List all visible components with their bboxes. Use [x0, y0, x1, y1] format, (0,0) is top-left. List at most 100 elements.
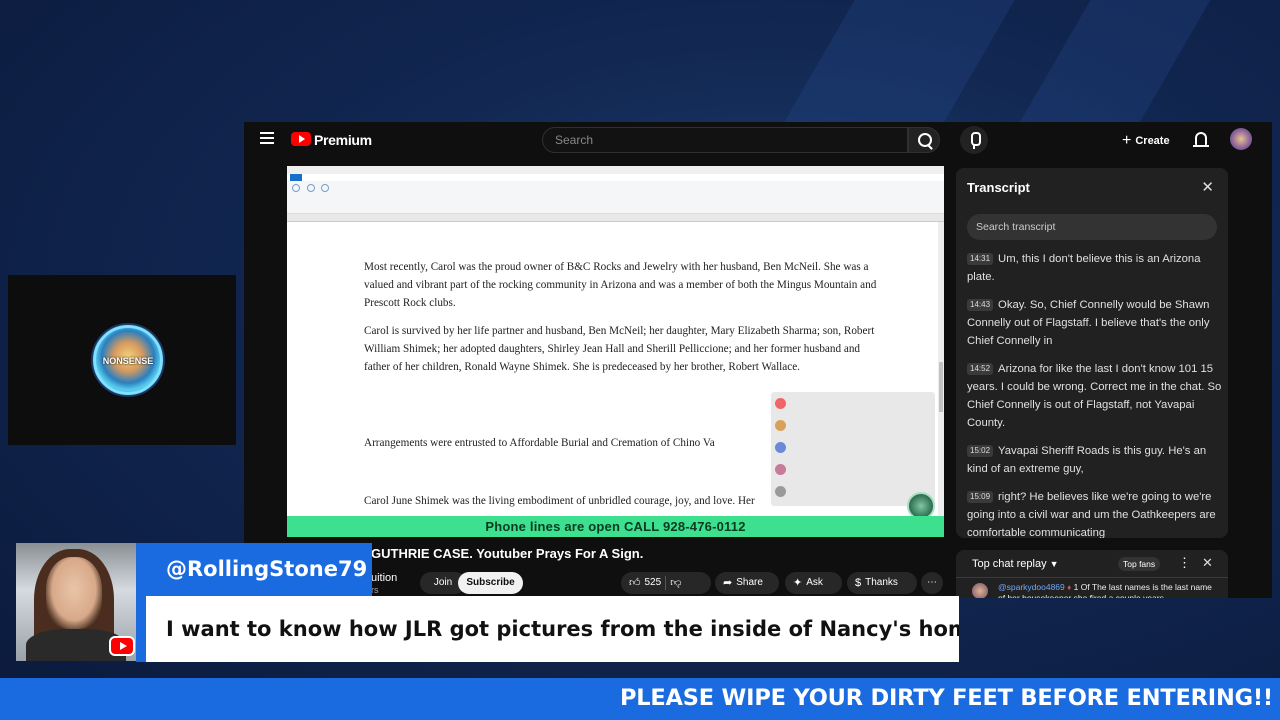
share-button[interactable]: ➦ Share: [715, 572, 779, 594]
wordpad-tabs: [287, 174, 944, 181]
search-input[interactable]: [543, 128, 907, 152]
search-box[interactable]: [542, 127, 908, 153]
thumbs-up-icon[interactable]: 👍︎: [629, 572, 641, 594]
ask-button[interactable]: ✦ Ask: [785, 572, 842, 594]
chat-dot: [775, 464, 786, 475]
sparkle-icon: ✦: [793, 577, 803, 589]
thumbs-down-icon[interactable]: 👎︎: [670, 572, 681, 594]
channel-logo-icon: NONSENSE: [93, 325, 163, 395]
chat-dot: [775, 486, 786, 497]
transcript-segment[interactable]: 14:52 Arizona for like the last I don't k…: [967, 360, 1222, 432]
top-fans-label: Top fans: [1123, 559, 1156, 569]
bottom-ticker: PLEASE WIPE YOUR DIRTY FEET BEFORE ENTER…: [0, 678, 1280, 720]
wordpad-ruler: [287, 214, 944, 222]
create-button[interactable]: + Create: [1122, 130, 1170, 152]
streamer-logo-panel: NONSENSE: [8, 275, 236, 445]
channel-logo-art: NONSENSE: [102, 356, 154, 366]
transcript-panel: Transcript ✕ 14:31Um, this I don't belie…: [956, 168, 1228, 538]
thanks-button[interactable]: $ Thanks: [847, 572, 917, 594]
share-icon: ➦: [723, 577, 733, 589]
document-paragraph: Arrangements were entrusted to Affordabl…: [364, 437, 715, 449]
background-stripe: [1009, 0, 1211, 140]
avatar: [972, 583, 988, 598]
chat-mode-label: Top chat replay: [972, 558, 1047, 570]
divider: [956, 577, 1228, 578]
chat-dot: [775, 442, 786, 453]
wordpad-ribbon: [287, 181, 944, 214]
chevron-down-icon: ▼: [1049, 559, 1059, 569]
youtube-brand[interactable]: Premium: [314, 132, 372, 148]
top-fans-chip[interactable]: Top fans: [1118, 557, 1161, 571]
webcam-face: [46, 557, 102, 629]
segment-text: Arizona for like the last I don't know 1…: [967, 363, 1222, 429]
avatar[interactable]: [1230, 128, 1252, 150]
chat-item: [775, 462, 931, 482]
mic-icon[interactable]: [960, 126, 988, 154]
transcript-segment[interactable]: 14:43 Okay. So, Chief Connelly would be S…: [967, 296, 1222, 350]
subscribe-button[interactable]: Subscribe: [458, 572, 523, 594]
transcript-segment[interactable]: 15:09 right? He believes like we're going…: [967, 488, 1222, 538]
timestamp: 14:43: [967, 299, 994, 311]
search-icon[interactable]: [908, 127, 940, 153]
timestamp: 14:52: [967, 363, 994, 375]
zoom-in-icon: [292, 184, 300, 192]
divider: [665, 576, 667, 590]
transcript-title: Transcript: [967, 180, 1030, 195]
segment-text: Okay. So, Chief Connelly would be Shawn …: [967, 299, 1210, 347]
video-title: GUTHRIE CASE. Youtuber Prays For A Sign.: [371, 546, 644, 561]
youtube-header: Premium + Create: [244, 122, 1272, 158]
document-body: Most recently, Carol was the proud owner…: [364, 258, 884, 386]
youtube-logo-icon[interactable]: [291, 132, 311, 146]
transcript-search-input[interactable]: [967, 214, 1217, 240]
plus-icon: +: [1122, 132, 1132, 149]
subscriber-count: rs: [371, 585, 379, 595]
close-icon[interactable]: ✕: [1201, 178, 1214, 196]
transcript-segment[interactable]: 15:02 Yavapai Sheriff Roads is this guy. …: [967, 442, 1222, 478]
segment-text: Yavapai Sheriff Roads is this guy. He's …: [967, 445, 1207, 475]
segment-text: right? He believes like we're going to w…: [967, 491, 1216, 538]
badge-icon: ♦: [1067, 583, 1072, 592]
zoom-100-icon: [321, 184, 329, 192]
chat-item: [775, 440, 931, 460]
timestamp: 14:31: [967, 253, 994, 265]
embedded-chat-overlay: [771, 392, 935, 506]
streamer-handle: @RollingStone79: [136, 543, 372, 596]
document-paragraph: Carol is survived by her life partner an…: [364, 325, 875, 373]
like-count: 525: [644, 577, 662, 588]
document-scroll-thumb: [939, 362, 943, 412]
chat-replay-panel: Top chat replay ▼ Top fans ⋮ ✕ @sparkydo…: [956, 550, 1228, 598]
transcript-search[interactable]: [967, 214, 1217, 240]
like-dislike-group[interactable]: 👍︎ 525 👎︎: [621, 572, 711, 594]
document-paragraph: Carol June Shimek was the living embodim…: [364, 495, 755, 507]
create-label: Create: [1135, 135, 1170, 147]
more-actions-icon[interactable]: ⋯: [921, 572, 943, 594]
chat-message: @sparkydoo4869 ♦ 1 Of The last names is …: [998, 582, 1218, 598]
message-accent-bar: [136, 596, 146, 662]
timestamp: 15:02: [967, 445, 994, 457]
youtube-play-icon: [109, 636, 135, 656]
ticker-text: PLEASE WIPE YOUR DIRTY FEET BEFORE ENTER…: [619, 685, 1273, 711]
transcript-segment[interactable]: 14:31 Um, this I don't believe this is an…: [967, 250, 1222, 286]
zoom-out-icon: [307, 184, 315, 192]
share-label: Share: [736, 577, 763, 588]
segment-text: Um, this I don't believe this is an Ariz…: [967, 253, 1201, 283]
phone-banner: Phone lines are open CALL 928-476-0112: [287, 516, 944, 537]
chat-item: [775, 396, 931, 416]
youtube-window: Premium + Create Most recently, Carol wa…: [244, 122, 1272, 598]
thanks-icon: $: [855, 577, 862, 589]
timestamp: 15:09: [967, 491, 994, 503]
chat-item: [775, 418, 931, 438]
featured-message: I want to know how JLR got pictures from…: [146, 596, 959, 662]
bell-icon[interactable]: [1193, 132, 1209, 147]
wordpad-file-tab: [290, 174, 302, 181]
close-icon[interactable]: ✕: [1202, 555, 1213, 571]
wordpad-titlebar: [287, 166, 944, 174]
document-scrollbar: [938, 222, 944, 537]
kebab-menu-icon[interactable]: ⋮: [1178, 555, 1191, 571]
video-player[interactable]: Most recently, Carol was the proud owner…: [287, 166, 944, 537]
chat-dot: [775, 398, 786, 409]
chat-mode-dropdown[interactable]: Top chat replay ▼: [972, 558, 1059, 570]
channel-name[interactable]: uition: [371, 572, 397, 584]
menu-icon[interactable]: [260, 132, 274, 144]
chat-username[interactable]: @sparkydoo4869: [998, 582, 1065, 592]
